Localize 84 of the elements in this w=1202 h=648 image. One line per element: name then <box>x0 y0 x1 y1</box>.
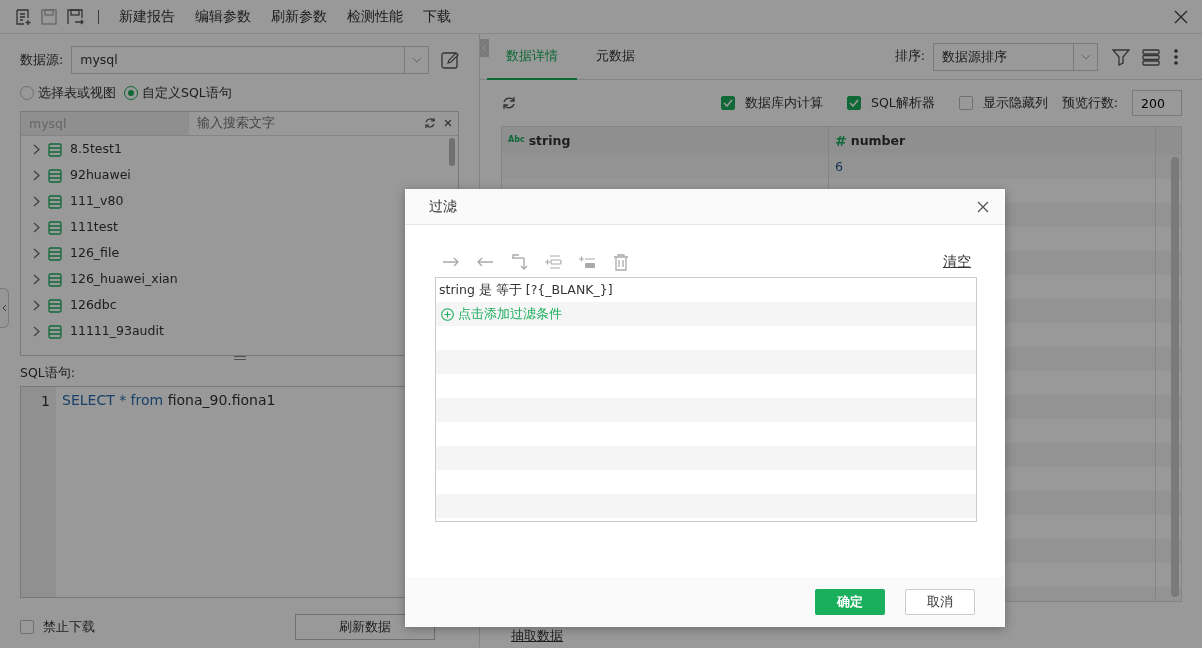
expand-icon[interactable] <box>33 144 40 156</box>
radio-label[interactable]: 选择表或视图 <box>38 84 116 103</box>
database-icon <box>48 194 62 209</box>
tree-item[interactable]: 111test <box>70 218 118 238</box>
collapse-handle[interactable] <box>480 39 489 57</box>
tree-item[interactable]: 111_v80 <box>70 192 124 212</box>
caret-icon <box>411 57 422 63</box>
checkbox[interactable] <box>958 96 973 110</box>
database-icon <box>48 168 62 183</box>
tree-item[interactable]: 126_file <box>70 244 120 264</box>
menu-item[interactable]: 下载 <box>417 6 457 27</box>
save-icon[interactable] <box>40 7 58 26</box>
sort-label: 排序: <box>894 47 925 66</box>
tree-item[interactable]: 126dbc <box>70 296 117 316</box>
insert-above-icon[interactable] <box>544 253 562 272</box>
datasource-select[interactable]: mysql <box>71 46 429 74</box>
tab[interactable]: 元数据 <box>577 33 654 80</box>
tree-item[interactable]: 11111_93audit <box>70 322 164 342</box>
database-icon <box>48 220 62 235</box>
trash-icon[interactable] <box>612 253 630 272</box>
extract-data-link[interactable]: 抽取数据 <box>511 629 563 643</box>
resize-handle[interactable] <box>233 355 246 360</box>
scrollbar[interactable] <box>449 137 455 166</box>
expand-icon[interactable] <box>33 222 40 234</box>
refresh-icon[interactable] <box>424 117 436 130</box>
database-icon <box>48 272 62 287</box>
menu-item[interactable]: 新建报告 <box>113 6 181 27</box>
tree-item[interactable]: 126_huawei_xian <box>70 270 178 290</box>
expand-icon[interactable] <box>33 170 40 182</box>
database-icon <box>48 324 62 339</box>
line-number: 1 <box>40 391 50 411</box>
close-icon[interactable] <box>444 119 452 128</box>
code-line: SELECT * from fiona_90.fiona1 <box>62 390 277 410</box>
radio-button[interactable] <box>124 86 138 101</box>
filter-condition[interactable]: string 是 等于 [?{_BLANK_}] <box>439 280 613 300</box>
checkbox-label[interactable]: 数据库内计算 <box>745 93 824 113</box>
checkbox[interactable] <box>20 620 34 634</box>
radio-label[interactable]: 自定义SQL语句 <box>142 84 232 103</box>
new-report-icon[interactable] <box>14 7 32 26</box>
close-icon[interactable] <box>977 200 989 213</box>
save-as-icon[interactable] <box>66 7 84 26</box>
checkbox-label[interactable]: 显示隐藏列 <box>982 93 1048 113</box>
scrollbar[interactable] <box>1171 157 1179 597</box>
expand-icon[interactable] <box>33 326 40 338</box>
expand-icon[interactable] <box>33 196 40 208</box>
sort-select[interactable]: 数据源排序 <box>933 42 1098 71</box>
edit-icon[interactable] <box>441 51 459 69</box>
expand-icon[interactable] <box>33 274 40 286</box>
clear-link[interactable]: 清空 <box>943 251 971 272</box>
filter-icon[interactable] <box>1112 47 1130 66</box>
cancel-button[interactable]: 取消 <box>905 589 975 615</box>
more-icon[interactable] <box>1174 48 1178 65</box>
datasource-label: 数据源: <box>20 50 64 69</box>
list-icon[interactable] <box>1142 47 1160 66</box>
dialog-title: 过滤 <box>429 197 458 217</box>
table-cell: 6 <box>829 155 1156 179</box>
caret-icon <box>1080 53 1091 60</box>
close-icon[interactable] <box>1174 9 1188 24</box>
checkbox[interactable] <box>847 96 862 110</box>
preview-rows-field[interactable]: 200 <box>1132 90 1182 116</box>
expand-icon[interactable] <box>33 300 40 312</box>
menu-item[interactable]: 编辑参数 <box>189 6 257 27</box>
checkbox-label[interactable]: 禁止下载 <box>43 617 95 637</box>
tree-item[interactable]: 92huawei <box>70 166 131 186</box>
add-icon[interactable] <box>441 307 454 321</box>
expand-icon[interactable] <box>33 248 40 260</box>
check-icon <box>849 99 860 107</box>
database-icon <box>48 142 62 157</box>
menu-item[interactable]: 刷新参数 <box>265 6 333 27</box>
collapse-handle[interactable] <box>0 288 9 328</box>
check-icon <box>723 99 734 107</box>
checkbox[interactable] <box>721 96 736 110</box>
checkbox-label[interactable]: SQL解析器 <box>871 93 935 113</box>
sql-label: SQL语句: <box>20 363 76 382</box>
refresh-icon[interactable] <box>502 96 516 110</box>
tree-item[interactable]: 8.5test1 <box>70 140 122 160</box>
chevron-icon <box>1 304 7 312</box>
menu-item[interactable]: 检测性能 <box>341 6 409 27</box>
chevron-icon <box>482 44 487 52</box>
radio-button[interactable] <box>20 86 34 101</box>
preview-label: 预览行数: <box>1061 93 1118 112</box>
database-icon <box>48 298 62 313</box>
database-icon <box>48 246 62 261</box>
corner-arrow-icon[interactable] <box>510 253 528 272</box>
